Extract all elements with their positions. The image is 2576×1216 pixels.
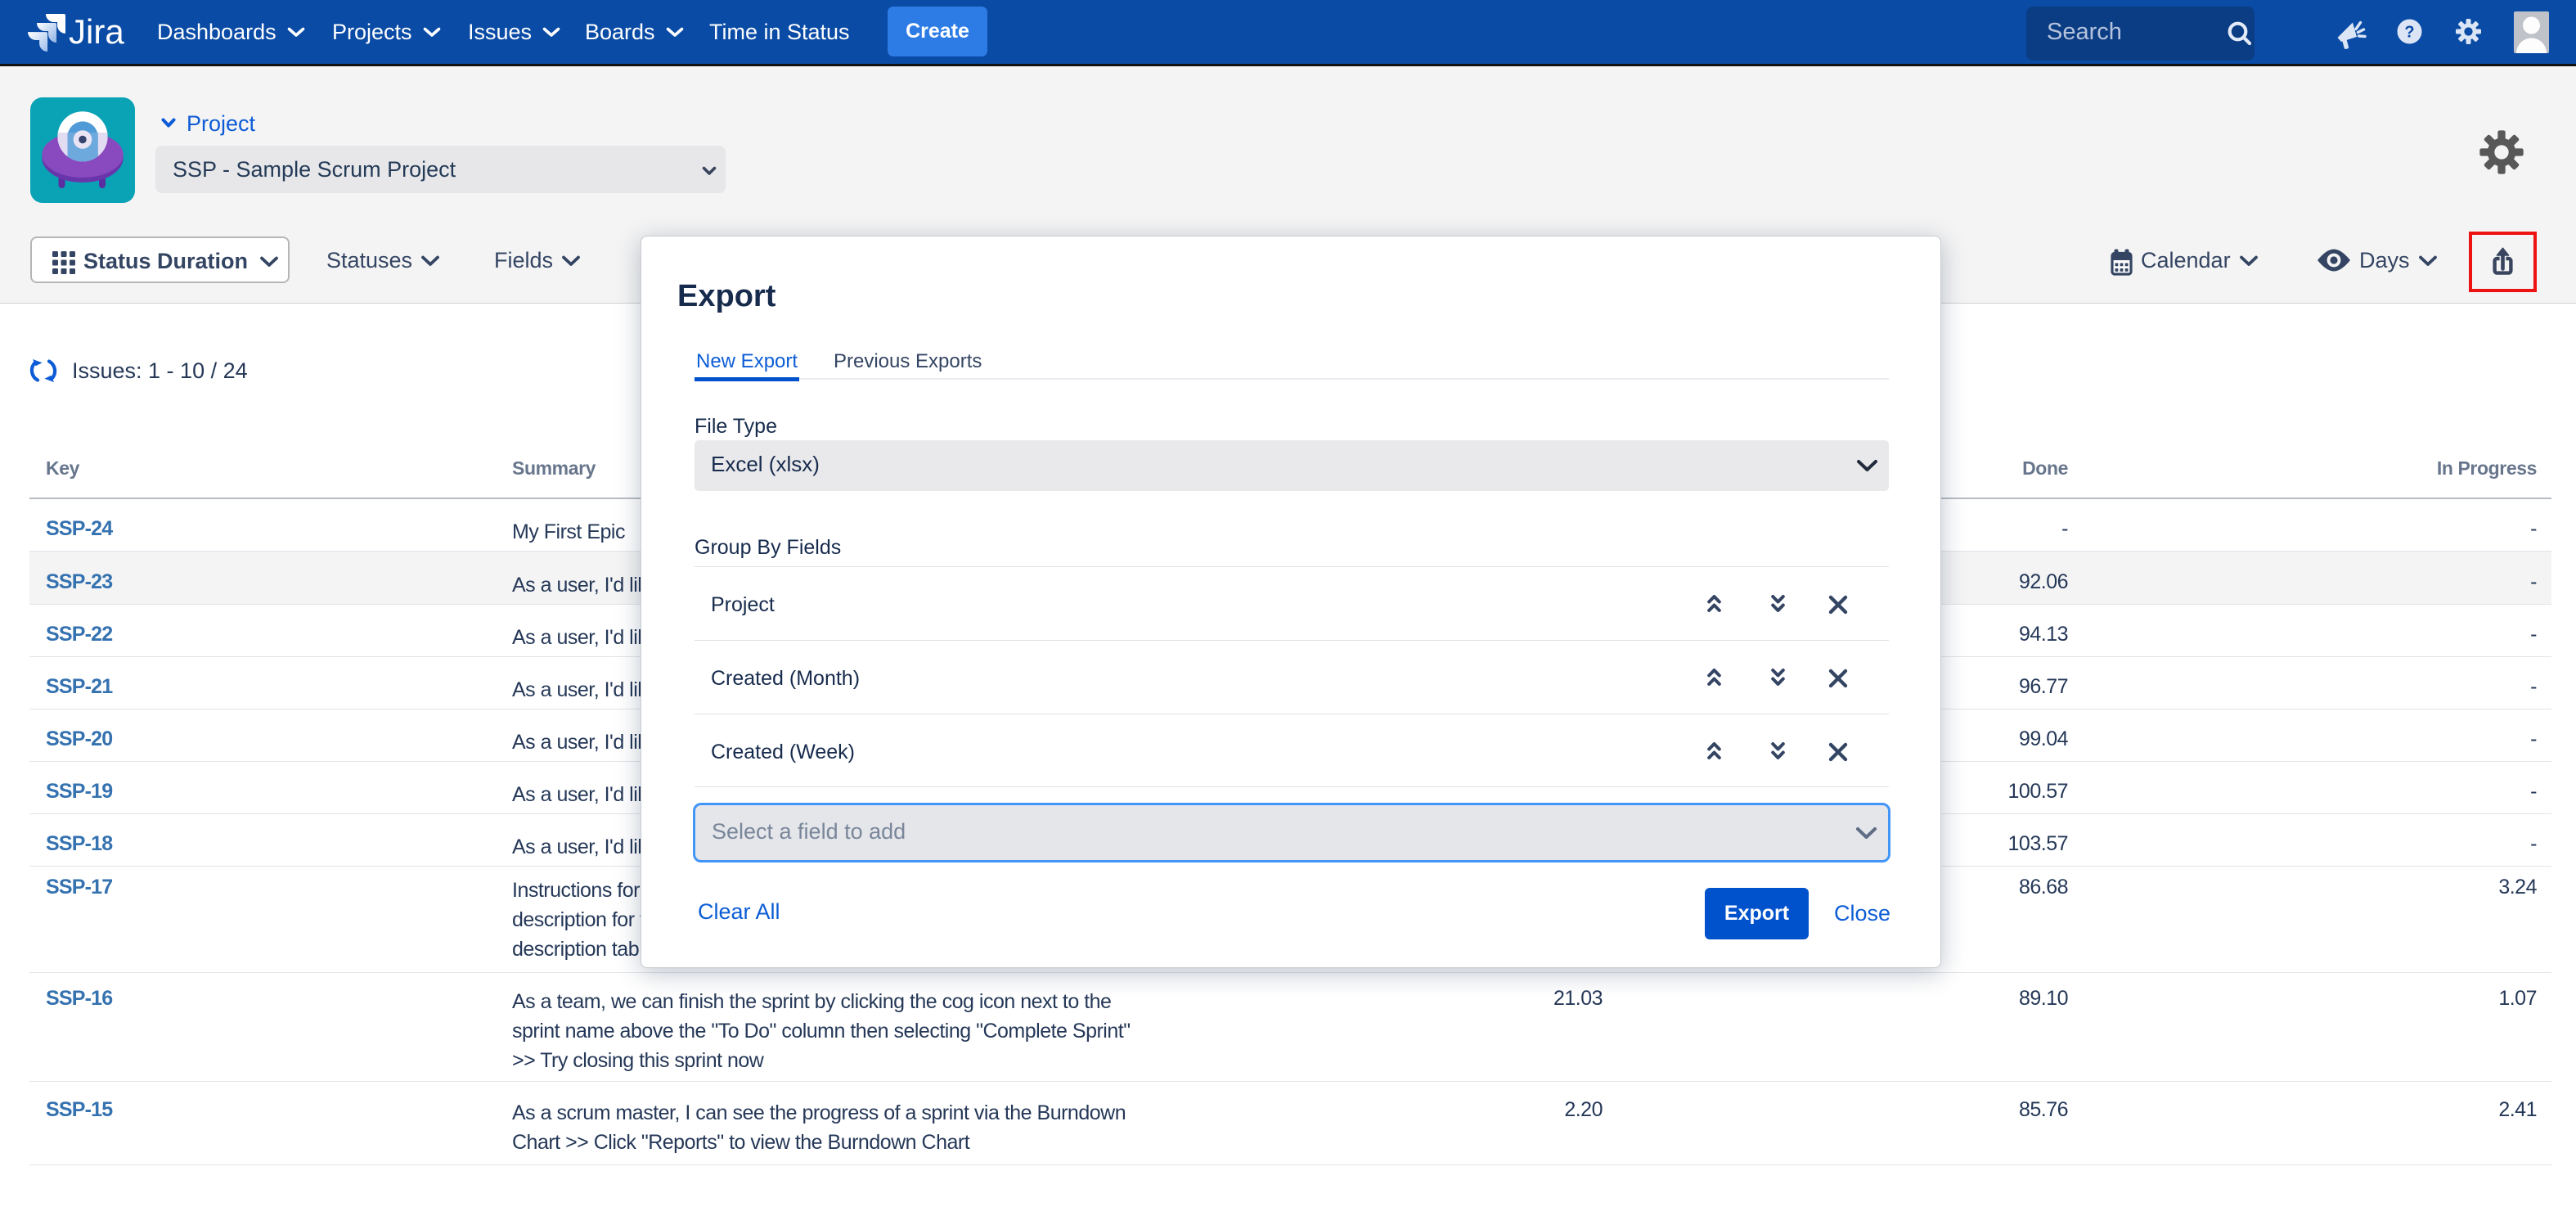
svg-text:?: ? bbox=[2404, 24, 2414, 42]
